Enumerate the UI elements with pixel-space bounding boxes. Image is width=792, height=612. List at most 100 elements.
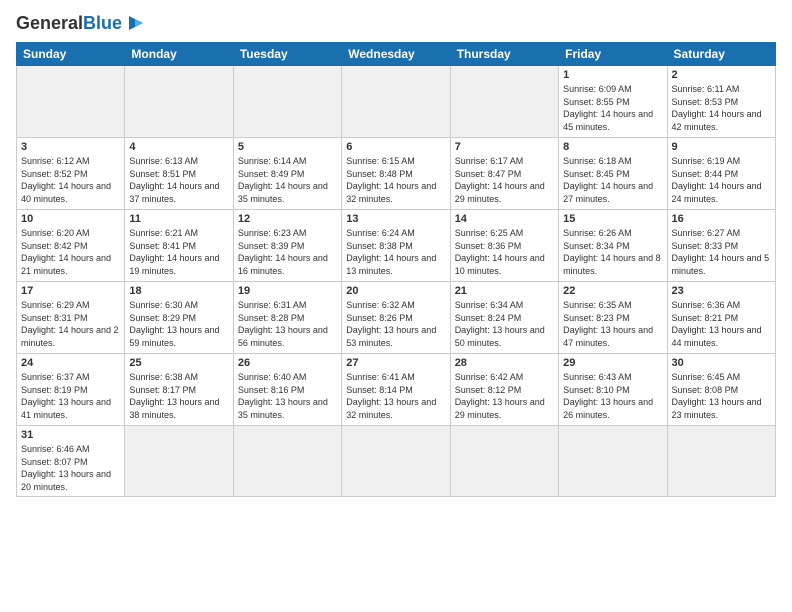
calendar-cell (667, 426, 775, 497)
day-info: Sunrise: 6:34 AM Sunset: 8:24 PM Dayligh… (455, 299, 554, 349)
day-info: Sunrise: 6:37 AM Sunset: 8:19 PM Dayligh… (21, 371, 120, 421)
calendar-cell: 6 Sunrise: 6:15 AM Sunset: 8:48 PM Daylig… (342, 138, 450, 210)
calendar-cell (17, 66, 125, 138)
calendar-cell (450, 66, 558, 138)
day-number: 9 (672, 141, 771, 153)
day-info: Sunrise: 6:19 AM Sunset: 8:44 PM Dayligh… (672, 155, 771, 205)
day-info: Sunrise: 6:43 AM Sunset: 8:10 PM Dayligh… (563, 371, 662, 421)
calendar-cell: 9 Sunrise: 6:19 AM Sunset: 8:44 PM Daylig… (667, 138, 775, 210)
day-info: Sunrise: 6:40 AM Sunset: 8:16 PM Dayligh… (238, 371, 337, 421)
calendar-cell: 21 Sunrise: 6:34 AM Sunset: 8:24 PM Dayli… (450, 282, 558, 354)
calendar-cell: 3Sunrise: 6:12 AM Sunset: 8:52 PM Daylig… (17, 138, 125, 210)
calendar-cell: 15Sunrise: 6:26 AM Sunset: 8:34 PM Dayli… (559, 210, 667, 282)
calendar-cell (125, 66, 233, 138)
logo-text-general: GeneralBlue (16, 13, 122, 34)
day-number: 20 (346, 285, 445, 297)
day-number: 30 (672, 357, 771, 369)
day-info: Sunrise: 6:29 AM Sunset: 8:31 PM Dayligh… (21, 299, 120, 349)
calendar-cell (233, 426, 341, 497)
calendar-week-row: 1 Sunrise: 6:09 AM Sunset: 8:55 PM Daylig… (17, 66, 776, 138)
day-number: 4 (129, 141, 228, 153)
calendar-cell: 1 Sunrise: 6:09 AM Sunset: 8:55 PM Daylig… (559, 66, 667, 138)
calendar-cell: 23 Sunrise: 6:36 AM Sunset: 8:21 PM Dayli… (667, 282, 775, 354)
calendar-cell: 27Sunrise: 6:41 AM Sunset: 8:14 PM Dayli… (342, 354, 450, 426)
calendar-cell: 22Sunrise: 6:35 AM Sunset: 8:23 PM Dayli… (559, 282, 667, 354)
calendar-week-row: 3Sunrise: 6:12 AM Sunset: 8:52 PM Daylig… (17, 138, 776, 210)
calendar-week-row: 17 Sunrise: 6:29 AM Sunset: 8:31 PM Dayli… (17, 282, 776, 354)
day-number: 28 (455, 357, 554, 369)
day-number: 24 (21, 357, 120, 369)
calendar-cell (342, 66, 450, 138)
calendar-cell: 16Sunrise: 6:27 AM Sunset: 8:33 PM Dayli… (667, 210, 775, 282)
day-of-week-thursday: Thursday (450, 43, 558, 66)
calendar-cell: 18 Sunrise: 6:30 AM Sunset: 8:29 PM Dayli… (125, 282, 233, 354)
day-info: Sunrise: 6:42 AM Sunset: 8:12 PM Dayligh… (455, 371, 554, 421)
calendar-cell: 11Sunrise: 6:21 AM Sunset: 8:41 PM Dayli… (125, 210, 233, 282)
day-info: Sunrise: 6:09 AM Sunset: 8:55 PM Dayligh… (563, 83, 662, 133)
day-number: 21 (455, 285, 554, 297)
day-number: 14 (455, 213, 554, 225)
day-number: 10 (21, 213, 120, 225)
logo: GeneralBlue (16, 12, 147, 34)
calendar-cell: 10 Sunrise: 6:20 AM Sunset: 8:42 PM Dayli… (17, 210, 125, 282)
day-number: 22 (563, 285, 662, 297)
calendar-cell: 4 Sunrise: 6:13 AM Sunset: 8:51 PM Daylig… (125, 138, 233, 210)
day-of-week-sunday: Sunday (17, 43, 125, 66)
day-info: Sunrise: 6:25 AM Sunset: 8:36 PM Dayligh… (455, 227, 554, 277)
day-number: 19 (238, 285, 337, 297)
calendar-week-row: 10 Sunrise: 6:20 AM Sunset: 8:42 PM Dayli… (17, 210, 776, 282)
day-of-week-friday: Friday (559, 43, 667, 66)
day-info: Sunrise: 6:45 AM Sunset: 8:08 PM Dayligh… (672, 371, 771, 421)
day-number: 17 (21, 285, 120, 297)
calendar-cell: 17 Sunrise: 6:29 AM Sunset: 8:31 PM Dayli… (17, 282, 125, 354)
calendar-header-row: SundayMondayTuesdayWednesdayThursdayFrid… (17, 43, 776, 66)
day-info: Sunrise: 6:17 AM Sunset: 8:47 PM Dayligh… (455, 155, 554, 205)
calendar-cell (342, 426, 450, 497)
day-number: 31 (21, 429, 120, 441)
day-info: Sunrise: 6:13 AM Sunset: 8:51 PM Dayligh… (129, 155, 228, 205)
day-of-week-monday: Monday (125, 43, 233, 66)
calendar-cell (125, 426, 233, 497)
day-of-week-tuesday: Tuesday (233, 43, 341, 66)
logo-container: GeneralBlue (16, 12, 147, 34)
day-info: Sunrise: 6:32 AM Sunset: 8:26 PM Dayligh… (346, 299, 445, 349)
calendar-week-row: 31 Sunrise: 6:46 AM Sunset: 8:07 PM Dayli… (17, 426, 776, 497)
day-info: Sunrise: 6:23 AM Sunset: 8:39 PM Dayligh… (238, 227, 337, 277)
day-of-week-saturday: Saturday (667, 43, 775, 66)
calendar-cell: 30 Sunrise: 6:45 AM Sunset: 8:08 PM Dayli… (667, 354, 775, 426)
day-number: 5 (238, 141, 337, 153)
calendar-cell: 24 Sunrise: 6:37 AM Sunset: 8:19 PM Dayli… (17, 354, 125, 426)
day-info: Sunrise: 6:24 AM Sunset: 8:38 PM Dayligh… (346, 227, 445, 277)
day-number: 18 (129, 285, 228, 297)
day-number: 29 (563, 357, 662, 369)
calendar-cell (450, 426, 558, 497)
day-number: 15 (563, 213, 662, 225)
day-info: Sunrise: 6:46 AM Sunset: 8:07 PM Dayligh… (21, 443, 120, 493)
day-info: Sunrise: 6:31 AM Sunset: 8:28 PM Dayligh… (238, 299, 337, 349)
calendar-table: SundayMondayTuesdayWednesdayThursdayFrid… (16, 42, 776, 497)
calendar-cell: 25 Sunrise: 6:38 AM Sunset: 8:17 PM Dayli… (125, 354, 233, 426)
day-number: 25 (129, 357, 228, 369)
day-info: Sunrise: 6:15 AM Sunset: 8:48 PM Dayligh… (346, 155, 445, 205)
calendar-week-row: 24 Sunrise: 6:37 AM Sunset: 8:19 PM Dayli… (17, 354, 776, 426)
day-number: 16 (672, 213, 771, 225)
day-info: Sunrise: 6:30 AM Sunset: 8:29 PM Dayligh… (129, 299, 228, 349)
calendar-cell: 14 Sunrise: 6:25 AM Sunset: 8:36 PM Dayli… (450, 210, 558, 282)
day-info: Sunrise: 6:12 AM Sunset: 8:52 PM Dayligh… (21, 155, 120, 205)
day-info: Sunrise: 6:20 AM Sunset: 8:42 PM Dayligh… (21, 227, 120, 277)
day-info: Sunrise: 6:36 AM Sunset: 8:21 PM Dayligh… (672, 299, 771, 349)
day-number: 23 (672, 285, 771, 297)
calendar-cell: 5 Sunrise: 6:14 AM Sunset: 8:49 PM Daylig… (233, 138, 341, 210)
calendar-cell: 19 Sunrise: 6:31 AM Sunset: 8:28 PM Dayli… (233, 282, 341, 354)
day-number: 2 (672, 69, 771, 81)
day-number: 6 (346, 141, 445, 153)
day-info: Sunrise: 6:21 AM Sunset: 8:41 PM Dayligh… (129, 227, 228, 277)
day-number: 1 (563, 69, 662, 81)
calendar-cell: 29 Sunrise: 6:43 AM Sunset: 8:10 PM Dayli… (559, 354, 667, 426)
calendar-cell: 12Sunrise: 6:23 AM Sunset: 8:39 PM Dayli… (233, 210, 341, 282)
day-number: 7 (455, 141, 554, 153)
calendar-cell: 28 Sunrise: 6:42 AM Sunset: 8:12 PM Dayli… (450, 354, 558, 426)
day-info: Sunrise: 6:14 AM Sunset: 8:49 PM Dayligh… (238, 155, 337, 205)
calendar-cell: 20 Sunrise: 6:32 AM Sunset: 8:26 PM Dayli… (342, 282, 450, 354)
day-info: Sunrise: 6:38 AM Sunset: 8:17 PM Dayligh… (129, 371, 228, 421)
